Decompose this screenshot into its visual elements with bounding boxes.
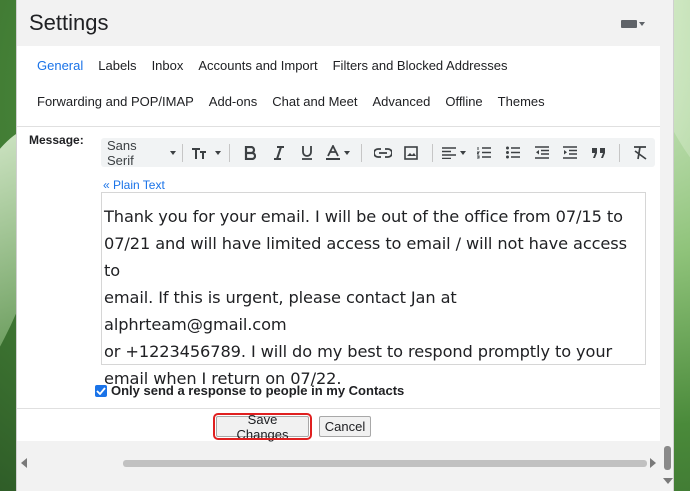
text-color-icon (326, 145, 341, 160)
font-select[interactable]: Sans Serif (107, 137, 177, 168)
bold-icon (244, 145, 257, 160)
message-label: Message: (29, 133, 84, 147)
scroll-down-icon[interactable] (663, 478, 673, 484)
numbered-list-icon (477, 147, 492, 159)
underline-button[interactable] (293, 138, 322, 167)
settings-panel: General Labels Inbox Accounts and Import… (17, 46, 660, 408)
tab-forwarding-and-pop-imap[interactable]: Forwarding and POP/IMAP (37, 94, 194, 109)
contacts-only-checkbox[interactable] (95, 384, 107, 397)
tab-labels[interactable]: Labels (98, 58, 136, 73)
image-icon (404, 145, 418, 160)
indent-more-icon (563, 146, 578, 159)
contacts-only-label: Only send a response to people in my Con… (111, 383, 405, 398)
tab-chat-and-meet[interactable]: Chat and Meet (272, 94, 357, 109)
page-title: Settings (29, 10, 109, 35)
tabs-divider (17, 126, 660, 127)
tabs-row-1: General Labels Inbox Accounts and Import… (37, 58, 522, 73)
indent-less-button[interactable] (527, 138, 556, 167)
chevron-down-icon (170, 150, 177, 155)
scroll-right-icon[interactable] (650, 458, 656, 468)
toolbar-divider (182, 143, 184, 162)
text-size-button[interactable] (189, 138, 223, 167)
checkmark-icon (96, 386, 106, 395)
text-size-icon (191, 147, 206, 159)
tab-general[interactable]: General (37, 58, 83, 73)
remove-formatting-icon (634, 145, 647, 160)
align-button[interactable] (438, 138, 470, 167)
tab-filters-and-blocked-addresses[interactable]: Filters and Blocked Addresses (333, 58, 508, 73)
link-icon (373, 147, 392, 158)
quote-button[interactable] (585, 138, 614, 167)
text-color-button[interactable] (322, 138, 356, 167)
chevron-down-icon (460, 150, 467, 155)
remove-formatting-button[interactable] (626, 138, 655, 167)
save-changes-button[interactable]: Save Changes (213, 412, 312, 442)
tab-advanced[interactable]: Advanced (373, 94, 431, 109)
chevron-down-icon[interactable] (639, 22, 645, 26)
message-editor[interactable]: Thank you for your email. I will be out … (101, 192, 646, 388)
tab-add-ons[interactable]: Add-ons (209, 94, 257, 109)
message-line: or +1223456789. I will do my best to res… (104, 342, 613, 361)
scroll-left-icon[interactable] (21, 458, 27, 468)
quote-icon (591, 147, 605, 158)
numbered-list-button[interactable] (470, 138, 499, 167)
message-line: email. If this is urgent, please contact… (104, 288, 457, 334)
font-select-value: Sans Serif (107, 137, 137, 168)
indent-less-icon (534, 146, 549, 159)
tabs-row-2: Forwarding and POP/IMAP Add-ons Chat and… (37, 94, 560, 109)
toolbar-divider (431, 143, 433, 162)
chevron-down-icon (344, 150, 351, 155)
tab-inbox[interactable]: Inbox (152, 58, 184, 73)
bold-button[interactable] (236, 138, 265, 167)
italic-icon (273, 145, 284, 160)
insert-image-button[interactable] (397, 138, 426, 167)
formatting-toolbar: Sans Serif (101, 137, 655, 168)
underline-icon (302, 146, 313, 160)
chevron-down-icon (214, 150, 221, 155)
italic-button[interactable] (264, 138, 293, 167)
title-bar: Settings (17, 0, 673, 46)
horizontal-scrollbar[interactable] (17, 452, 660, 474)
bulleted-list-icon (506, 146, 521, 159)
toolbar-divider (361, 143, 363, 162)
message-line: Thank you for your email. I will be out … (104, 207, 623, 226)
vertical-scroll-thumb[interactable] (664, 446, 671, 470)
actions-bar: Save Changes Cancel (17, 408, 660, 442)
toolbar-divider (228, 143, 230, 162)
horizontal-scroll-thumb[interactable] (123, 460, 647, 467)
toolbar-divider (619, 143, 621, 162)
cancel-button[interactable]: Cancel (319, 416, 371, 437)
indent-more-button[interactable] (556, 138, 585, 167)
bulleted-list-button[interactable] (499, 138, 528, 167)
vertical-scrollbar[interactable] (660, 46, 675, 484)
align-left-icon (442, 146, 457, 159)
keyboard-icon[interactable] (621, 20, 637, 28)
insert-link-button[interactable] (368, 138, 397, 167)
contacts-only-option: Only send a response to people in my Con… (95, 383, 404, 398)
tab-themes[interactable]: Themes (498, 94, 545, 109)
settings-window: Settings General Labels Inbox Accounts a… (16, 0, 674, 491)
message-line: 07/21 and will have limited access to em… (104, 234, 627, 280)
tab-accounts-and-import[interactable]: Accounts and Import (198, 58, 317, 73)
tab-offline[interactable]: Offline (445, 94, 482, 109)
plain-text-link[interactable]: « Plain Text (103, 178, 165, 192)
